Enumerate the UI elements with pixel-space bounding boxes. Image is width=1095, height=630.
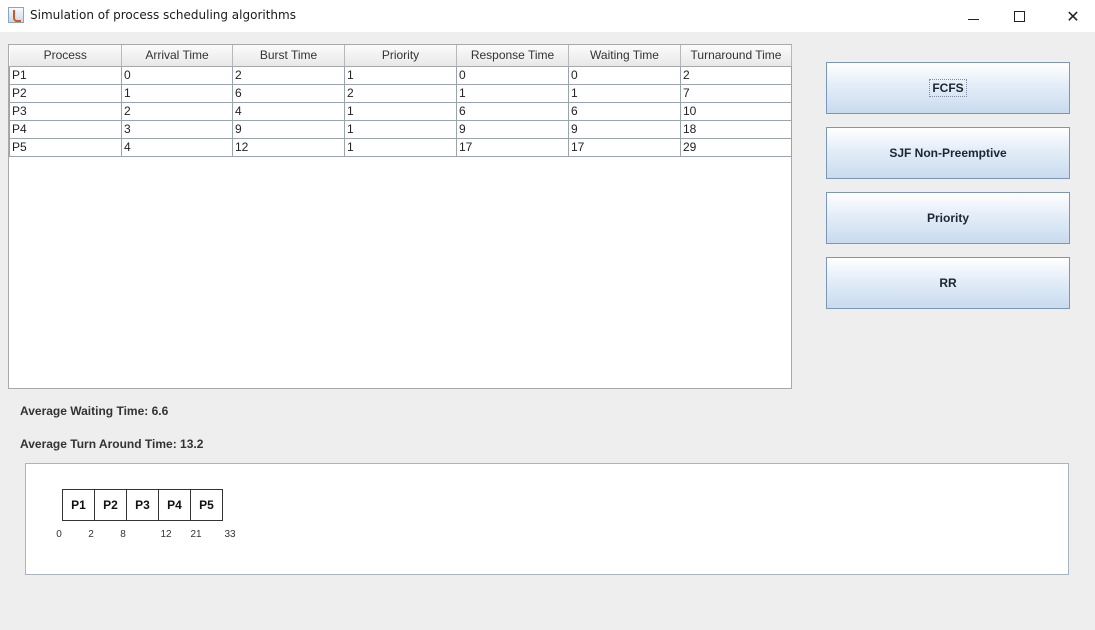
table-row[interactable]: P2 1 6 2 1 1 7 — [9, 83, 792, 103]
table-cell[interactable]: 4 — [121, 137, 233, 157]
table-cell[interactable]: P4 — [9, 119, 122, 139]
column-header-response-time[interactable]: Response Time — [456, 45, 569, 67]
table-cell[interactable]: P5 — [9, 137, 122, 157]
table-cell[interactable]: 6 — [456, 101, 569, 121]
table-cell[interactable]: 17 — [456, 137, 569, 157]
table-cell[interactable]: 1 — [344, 65, 457, 85]
gantt-block: P1 — [62, 489, 95, 521]
fcfs-button[interactable]: FCFS — [826, 62, 1070, 114]
table-cell[interactable]: 1 — [456, 83, 569, 103]
sjf-button-label: SJF Non-Preemptive — [889, 146, 1007, 160]
priority-button[interactable]: Priority — [826, 192, 1070, 244]
maximize-icon — [1013, 10, 1025, 22]
table-row[interactable]: P3 2 4 1 6 6 10 — [9, 101, 792, 121]
minimize-button[interactable] — [950, 0, 996, 32]
table-cell[interactable]: 9 — [456, 119, 569, 139]
java-app-icon — [8, 7, 24, 23]
table-cell[interactable]: 6 — [232, 83, 345, 103]
process-table-panel[interactable]: Process Arrival Time Burst Time Priority… — [8, 44, 792, 389]
table-cell[interactable]: 18 — [680, 119, 792, 139]
table-cell[interactable]: 2 — [344, 83, 457, 103]
table-row[interactable]: P1 0 2 1 0 0 2 — [9, 65, 792, 85]
window-title: Simulation of process scheduling algorit… — [30, 8, 296, 22]
average-turnaround-time-label: Average Turn Around Time: 13.2 — [20, 437, 204, 451]
rr-button[interactable]: RR — [826, 257, 1070, 309]
gantt-tick-label: 2 — [88, 529, 94, 540]
table-cell[interactable]: 10 — [680, 101, 792, 121]
table-row[interactable]: P4 3 9 1 9 9 18 — [9, 119, 792, 139]
gantt-block: P2 — [94, 489, 127, 521]
table-cell[interactable]: 1 — [121, 83, 233, 103]
gantt-chart: P1 P2 P3 P4 P5 — [62, 489, 223, 521]
average-waiting-time-label: Average Waiting Time: 6.6 — [20, 404, 169, 418]
table-cell[interactable]: 4 — [232, 101, 345, 121]
gantt-tick-label: 8 — [120, 529, 126, 540]
table-cell[interactable]: 6 — [568, 101, 681, 121]
column-header-priority[interactable]: Priority — [344, 45, 457, 67]
table-cell[interactable]: 12 — [232, 137, 345, 157]
gantt-tick-label: 21 — [190, 529, 202, 540]
column-header-arrival-time[interactable]: Arrival Time — [121, 45, 233, 67]
gantt-tick-label: 33 — [224, 529, 236, 540]
table-cell[interactable]: P1 — [9, 65, 122, 85]
table-cell[interactable]: 29 — [680, 137, 792, 157]
gantt-time-axis: 0 2 8 12 21 33 — [26, 529, 326, 543]
process-table[interactable]: Process Arrival Time Burst Time Priority… — [9, 45, 792, 157]
gantt-block: P3 — [126, 489, 159, 521]
table-cell[interactable]: 0 — [568, 65, 681, 85]
title-bar: Simulation of process scheduling algorit… — [0, 0, 1095, 32]
table-cell[interactable]: 7 — [680, 83, 792, 103]
gantt-chart-panel: P1 P2 P3 P4 P5 0 2 8 12 21 33 — [25, 463, 1069, 575]
table-cell[interactable]: 2 — [121, 101, 233, 121]
rr-button-label: RR — [939, 276, 957, 290]
column-header-process[interactable]: Process — [9, 45, 122, 67]
table-cell[interactable]: 3 — [121, 119, 233, 139]
gantt-tick-label: 0 — [56, 529, 62, 540]
minimize-icon — [967, 18, 979, 20]
gantt-tick-label: 12 — [160, 529, 172, 540]
table-cell[interactable]: 0 — [121, 65, 233, 85]
column-header-burst-time[interactable]: Burst Time — [232, 45, 345, 67]
table-cell[interactable]: 9 — [232, 119, 345, 139]
table-cell[interactable]: 9 — [568, 119, 681, 139]
table-cell[interactable]: 2 — [232, 65, 345, 85]
fcfs-button-label: FCFS — [929, 79, 967, 97]
column-header-turnaround-time[interactable]: Turnaround Time — [680, 45, 792, 67]
table-cell[interactable]: 1 — [568, 83, 681, 103]
priority-button-label: Priority — [926, 211, 969, 225]
table-cell[interactable]: P2 — [9, 83, 122, 103]
gantt-block: P5 — [190, 489, 223, 521]
gantt-block: P4 — [158, 489, 191, 521]
table-row[interactable]: P5 4 12 1 17 17 29 — [9, 137, 792, 157]
table-cell[interactable]: 0 — [456, 65, 569, 85]
table-cell[interactable]: 2 — [680, 65, 792, 85]
sjf-non-preemptive-button[interactable]: SJF Non-Preemptive — [826, 127, 1070, 179]
table-cell[interactable]: P3 — [9, 101, 122, 121]
table-header-row: Process Arrival Time Burst Time Priority… — [9, 45, 792, 67]
table-cell[interactable]: 1 — [344, 101, 457, 121]
table-cell[interactable]: 1 — [344, 119, 457, 139]
close-icon: ✕ — [1066, 6, 1080, 26]
table-cell[interactable]: 17 — [568, 137, 681, 157]
table-cell[interactable]: 1 — [344, 137, 457, 157]
maximize-button[interactable] — [996, 0, 1042, 32]
close-button[interactable]: ✕ — [1050, 0, 1095, 32]
column-header-waiting-time[interactable]: Waiting Time — [568, 45, 681, 67]
